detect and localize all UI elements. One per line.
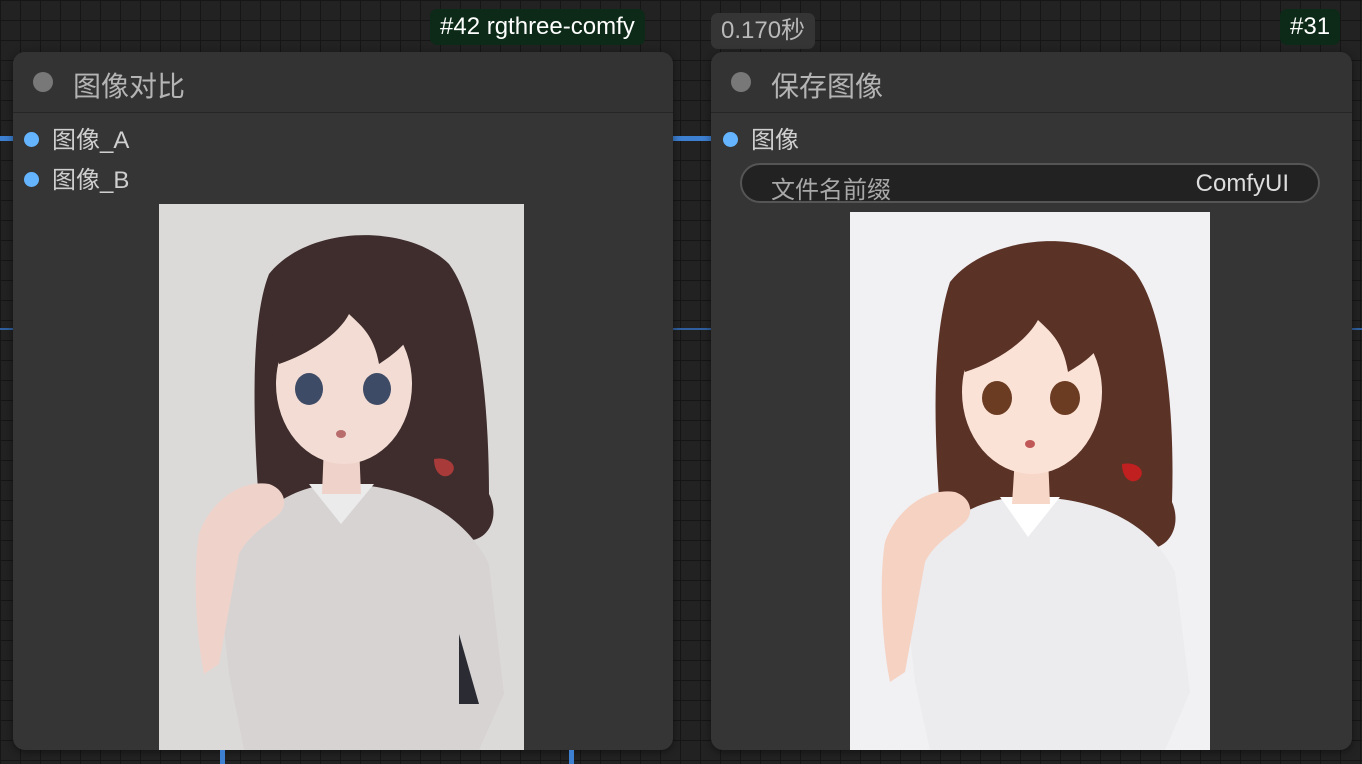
- link-wire: [672, 328, 712, 330]
- node-id-badge: #42 rgthree-comfy: [430, 9, 645, 45]
- input-slot-dot-icon[interactable]: [24, 172, 39, 187]
- input-slot-label: 图像_A: [52, 127, 130, 154]
- node-header[interactable]: 图像对比: [13, 52, 673, 113]
- input-slot-dot-icon[interactable]: [24, 132, 39, 147]
- link-stub: [569, 750, 574, 764]
- link-stub: [220, 750, 225, 764]
- node-header[interactable]: 保存图像: [711, 52, 1352, 113]
- filename-prefix-field[interactable]: 文件名前缀 ComfyUI: [740, 163, 1320, 204]
- save-image-node[interactable]: 保存图像 图像 文件名前缀 ComfyUI: [711, 52, 1352, 750]
- node-title: 图像对比: [73, 71, 186, 102]
- link-wire: [1352, 328, 1362, 330]
- saved-image-preview[interactable]: [850, 212, 1210, 750]
- collapse-dot-icon[interactable]: [33, 72, 53, 92]
- link-wire: [0, 136, 14, 141]
- input-slot-label: 图像_B: [52, 167, 130, 194]
- node-id-badge: #31: [1280, 9, 1341, 45]
- widget-label: 文件名前缀: [771, 177, 891, 204]
- widget-value: ComfyUI: [1195, 170, 1289, 197]
- node-title: 保存图像: [771, 71, 884, 102]
- input-slot-label: 图像: [751, 127, 799, 154]
- image-compare-node[interactable]: 图像对比 图像_A 图像_B: [13, 52, 673, 750]
- link-wire: [672, 136, 712, 141]
- input-slot-dot-icon[interactable]: [723, 132, 738, 147]
- execution-time-badge: 0.170秒: [711, 13, 816, 49]
- link-wire: [0, 328, 14, 330]
- collapse-dot-icon[interactable]: [731, 72, 751, 92]
- image-compare-preview[interactable]: [159, 204, 524, 750]
